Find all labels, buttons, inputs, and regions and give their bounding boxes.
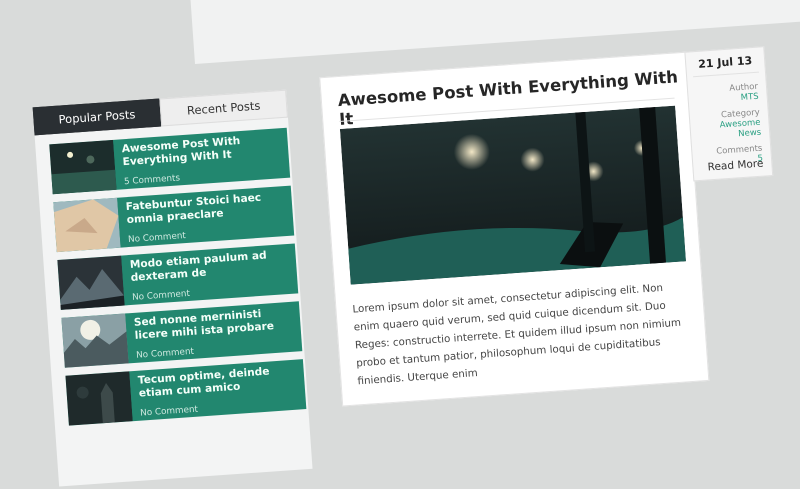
post-thumbnail[interactable] — [49, 139, 117, 195]
post-meta-panel: 21 Jul 13 Author MTS Category Awesome Ne… — [684, 46, 774, 182]
tabbed-widget: Popular Posts Recent Posts Awesome Post … — [32, 89, 313, 487]
post-title[interactable]: Sed nonne merninisti licere mihi ista pr… — [134, 306, 295, 343]
comment-count: No Comment — [135, 346, 195, 361]
comment-count: No Comment — [139, 404, 199, 419]
meta-category: Category Awesome News — [719, 108, 761, 141]
comment-count: 5 Comments — [123, 173, 181, 188]
tab-recent-posts[interactable]: Recent Posts — [159, 89, 288, 127]
post-title[interactable]: Awesome Post With Everything With It — [121, 132, 282, 169]
post-thumbnail[interactable] — [53, 197, 121, 253]
article-excerpt: Lorem ipsum dolor sit amet, consectetur … — [352, 281, 682, 388]
post-date: 21 Jul 13 — [697, 54, 753, 71]
divider — [693, 71, 759, 78]
post-title[interactable]: Modo etiam paulum ad dexteram de — [129, 248, 290, 285]
featured-image[interactable] — [339, 105, 686, 285]
post-thumbnail[interactable] — [57, 255, 125, 310]
comment-count: No Comment — [127, 231, 187, 246]
post-thumbnail[interactable] — [65, 371, 133, 426]
list-item[interactable]: Fatebuntur Stoici haec omnia praeclare N… — [53, 185, 295, 253]
tab-popular-posts[interactable]: Popular Posts — [32, 98, 162, 136]
list-item[interactable]: Tecum optime, deinde etiam cum amico No … — [65, 359, 307, 426]
comment-count: No Comment — [131, 288, 191, 303]
widget-tabs: Popular Posts Recent Posts — [32, 89, 288, 136]
list-item[interactable]: Modo etiam paulum ad dexteram de No Comm… — [57, 243, 299, 310]
list-item[interactable]: Awesome Post With Everything With It 5 C… — [49, 127, 291, 195]
post-thumbnail[interactable] — [61, 313, 129, 368]
article-card: Awesome Post With Everything With It Lor… — [319, 51, 710, 407]
page-stage: Popular Posts Recent Posts Awesome Post … — [0, 0, 800, 487]
read-more-link[interactable]: Read More — [707, 158, 763, 174]
meta-author: Author MTS — [729, 82, 759, 104]
list-item[interactable]: Sed nonne merninisti licere mihi ista pr… — [61, 301, 303, 368]
meta-author-value[interactable]: MTS — [730, 92, 759, 104]
post-title[interactable]: Fatebuntur Stoici haec omnia praeclare — [125, 190, 286, 227]
post-title[interactable]: Tecum optime, deinde etiam cum amico — [138, 364, 299, 401]
